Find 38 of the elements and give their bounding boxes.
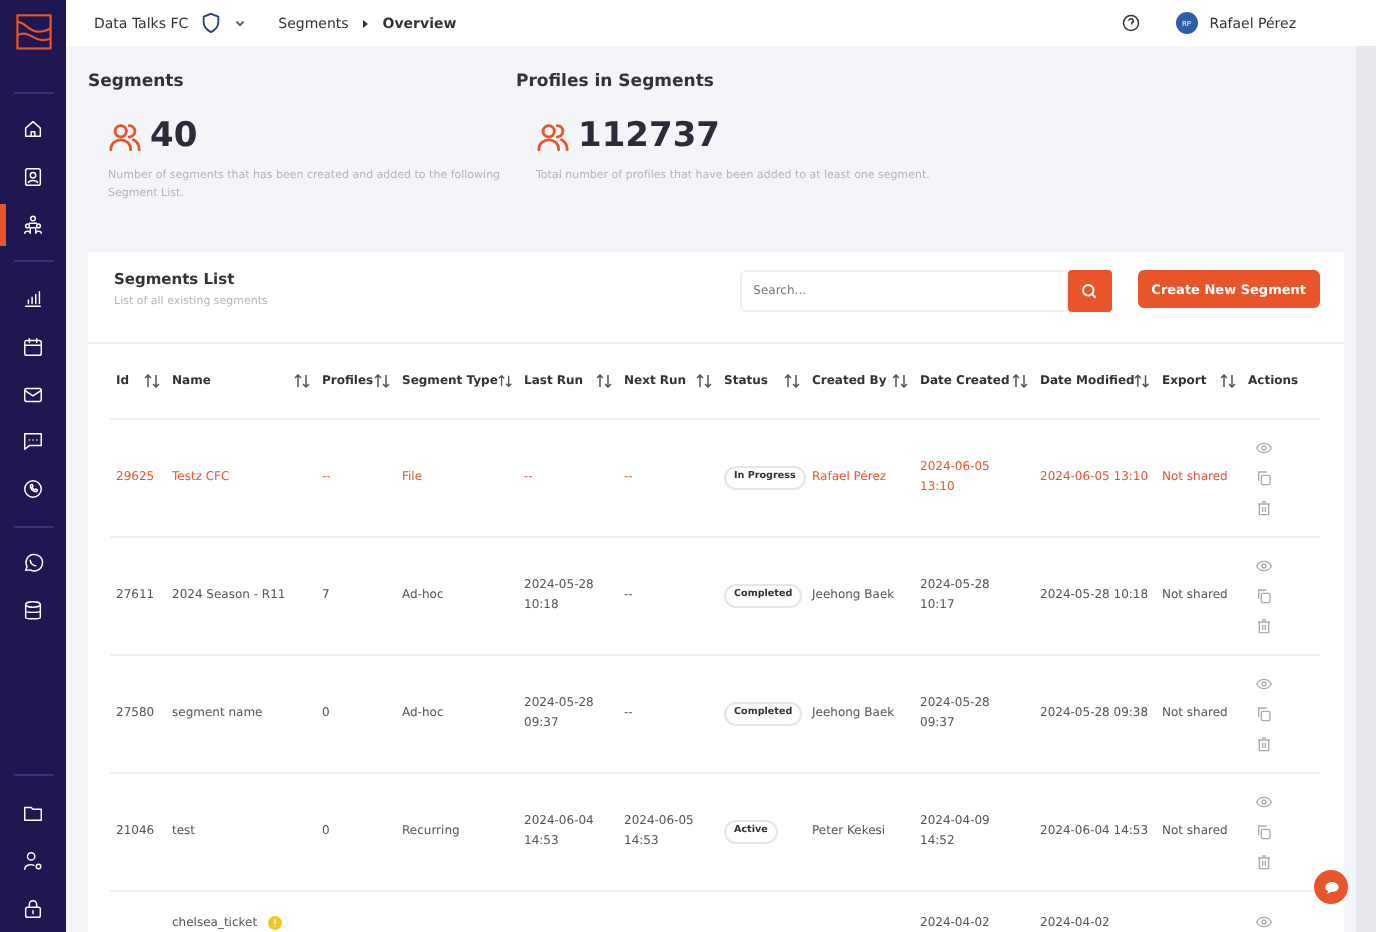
phone-call-icon (22, 478, 44, 501)
user-settings-icon (22, 849, 44, 872)
stat-title: Profiles in Segments (516, 72, 716, 92)
chat-icon (1323, 879, 1339, 895)
home-icon (22, 118, 44, 141)
sort-icon[interactable] (784, 374, 800, 388)
help-icon[interactable] (1121, 14, 1140, 32)
chevron-down-icon[interactable] (234, 17, 247, 29)
lock-icon (22, 897, 44, 920)
database-icon (22, 600, 44, 623)
users-icon (536, 119, 570, 153)
sort-icon[interactable] (144, 374, 160, 388)
sort-icon[interactable] (892, 374, 908, 388)
sort-icon[interactable] (374, 374, 390, 388)
logo-icon[interactable] (13, 12, 53, 52)
sort-icon[interactable] (1134, 374, 1150, 388)
search-button[interactable] (1067, 270, 1112, 312)
users-icon (108, 119, 142, 153)
sort-icon[interactable] (696, 374, 712, 388)
calendar-icon (22, 335, 44, 358)
people-group-icon (22, 214, 44, 237)
contact-card-icon (22, 166, 44, 189)
mail-icon (22, 383, 44, 406)
chat-icon (22, 430, 44, 453)
search-icon (1080, 282, 1099, 300)
chevron-right-icon (360, 17, 371, 29)
sort-icon[interactable] (294, 374, 310, 388)
folder-icon (22, 801, 44, 824)
sort-icon[interactable] (1012, 374, 1028, 388)
club-crest-icon[interactable] (200, 12, 223, 34)
stat-title: Segments (88, 72, 186, 92)
sort-icon[interactable] (596, 374, 612, 388)
bar-chart-icon (22, 287, 44, 310)
stat-value: 40 (150, 116, 198, 156)
stat-value: 112737 (578, 116, 720, 156)
sort-icon[interactable] (1220, 374, 1236, 388)
sort-icon[interactable] (497, 374, 512, 388)
chat-bubble-icon (22, 552, 44, 575)
